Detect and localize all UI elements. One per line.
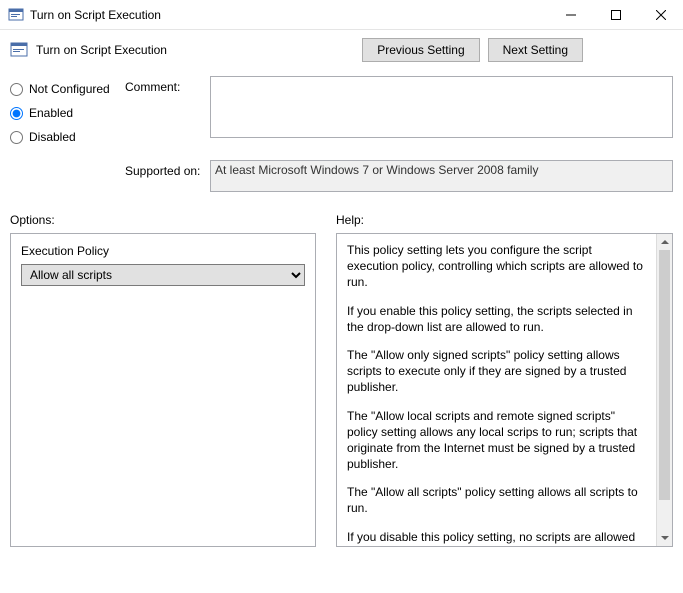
app-icon (8, 7, 24, 23)
help-paragraph: The "Allow local scripts and remote sign… (347, 408, 646, 473)
scroll-thumb[interactable] (659, 250, 670, 500)
help-text: This policy setting lets you configure t… (337, 234, 656, 546)
comment-input[interactable] (210, 76, 673, 138)
execution-policy-label: Execution Policy (21, 244, 305, 258)
toolbar: Turn on Script Execution Previous Settin… (0, 30, 683, 70)
radio-disabled[interactable]: Disabled (10, 130, 125, 144)
scroll-up-button[interactable] (657, 234, 672, 250)
radio-not-configured-label: Not Configured (29, 82, 110, 96)
radio-disabled-input[interactable] (10, 131, 23, 144)
help-paragraph: The "Allow only signed scripts" policy s… (347, 347, 646, 396)
policy-icon (10, 41, 28, 59)
window-controls (548, 0, 683, 30)
scroll-down-button[interactable] (657, 530, 672, 546)
next-setting-button[interactable]: Next Setting (488, 38, 583, 62)
options-label: Options: (10, 213, 336, 227)
radio-enabled[interactable]: Enabled (10, 106, 125, 120)
minimize-button[interactable] (548, 0, 593, 30)
radio-enabled-label: Enabled (29, 106, 73, 120)
policy-title: Turn on Script Execution (36, 43, 362, 57)
supported-on-label: Supported on: (125, 160, 210, 178)
help-paragraph: If you enable this policy setting, the s… (347, 303, 646, 335)
help-panel: This policy setting lets you configure t… (336, 233, 673, 547)
comment-label: Comment: (125, 76, 210, 94)
titlebar: Turn on Script Execution (0, 0, 683, 30)
execution-policy-select[interactable]: Allow all scripts (21, 264, 305, 286)
help-paragraph: If you disable this policy setting, no s… (347, 529, 646, 546)
help-paragraph: The "Allow all scripts" policy setting a… (347, 484, 646, 516)
help-label: Help: (336, 213, 673, 227)
radio-not-configured[interactable]: Not Configured (10, 82, 125, 96)
state-radio-group: Not Configured Enabled Disabled (10, 76, 125, 154)
options-panel: Execution Policy Allow all scripts (10, 233, 316, 547)
maximize-button[interactable] (593, 0, 638, 30)
window-title: Turn on Script Execution (30, 8, 548, 22)
previous-setting-button[interactable]: Previous Setting (362, 38, 479, 62)
help-scrollbar[interactable] (656, 234, 672, 546)
radio-enabled-input[interactable] (10, 107, 23, 120)
close-button[interactable] (638, 0, 683, 30)
radio-not-configured-input[interactable] (10, 83, 23, 96)
help-paragraph: This policy setting lets you configure t… (347, 242, 646, 291)
radio-disabled-label: Disabled (29, 130, 76, 144)
supported-on-field: At least Microsoft Windows 7 or Windows … (210, 160, 673, 192)
scroll-track[interactable] (657, 250, 672, 530)
